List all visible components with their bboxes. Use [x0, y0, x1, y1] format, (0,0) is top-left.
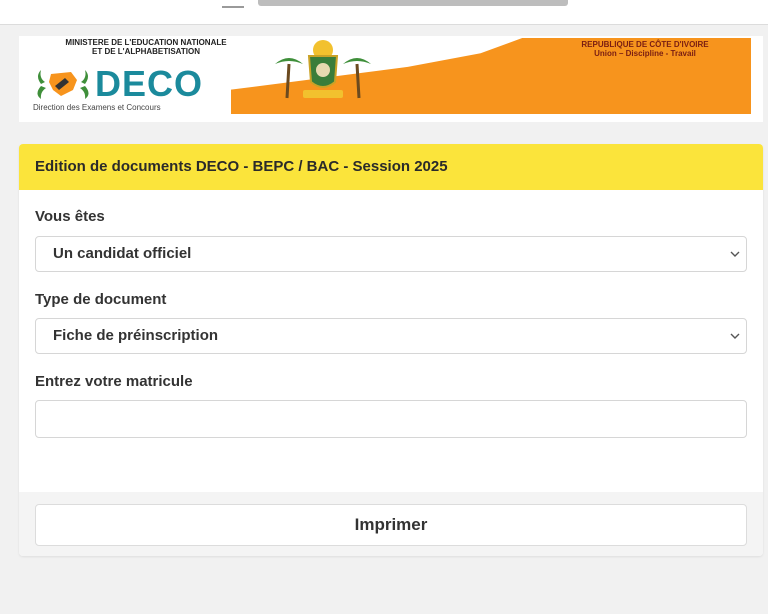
top-bar	[0, 0, 768, 25]
top-bar-title	[258, 0, 568, 6]
document-type-select[interactable]: Fiche de préinscription	[35, 318, 747, 354]
republic-title: REPUBLIQUE DE CÔTE D'IVOIRE Union – Disc…	[535, 40, 755, 58]
deco-subtitle: Direction des Examens et Concours	[33, 103, 161, 112]
role-selected-value: Un candidat officiel	[53, 245, 192, 262]
menu-icon[interactable]	[222, 0, 244, 8]
document-type-selected-value: Fiche de préinscription	[53, 327, 219, 344]
ministry-title: MINISTERE DE L'EDUCATION NATIONALE ET DE…	[33, 38, 259, 56]
document-form-card: Edition de documents DECO - BEPC / BAC -…	[19, 144, 763, 556]
republic-line-1: REPUBLIQUE DE CÔTE D'IVOIRE	[581, 40, 709, 49]
chevron-down-icon	[730, 251, 740, 257]
card-footer: Imprimer	[19, 492, 763, 556]
deco-wordmark: DECO	[95, 63, 204, 104]
ministry-line-2: ET DE L'ALPHABETISATION	[92, 47, 200, 56]
ministry-line-1: MINISTERE DE L'EDUCATION NATIONALE	[65, 38, 227, 47]
chevron-down-icon	[730, 333, 740, 339]
print-button[interactable]: Imprimer	[35, 504, 747, 546]
document-type-label: Type de document	[35, 291, 167, 308]
role-label: Vous êtes	[35, 208, 105, 225]
matricule-input[interactable]	[35, 400, 747, 438]
card-title: Edition de documents DECO - BEPC / BAC -…	[19, 144, 763, 190]
header-banner: MINISTERE DE L'EDUCATION NATIONALE ET DE…	[19, 36, 763, 122]
coat-of-arms-icon	[275, 40, 371, 99]
deco-logo: DECO	[31, 64, 231, 106]
republic-motto: Union – Discipline - Travail	[594, 49, 696, 58]
role-select[interactable]: Un candidat officiel	[35, 236, 747, 272]
deco-emblem-icon	[37, 70, 89, 99]
matricule-label: Entrez votre matricule	[35, 373, 193, 390]
